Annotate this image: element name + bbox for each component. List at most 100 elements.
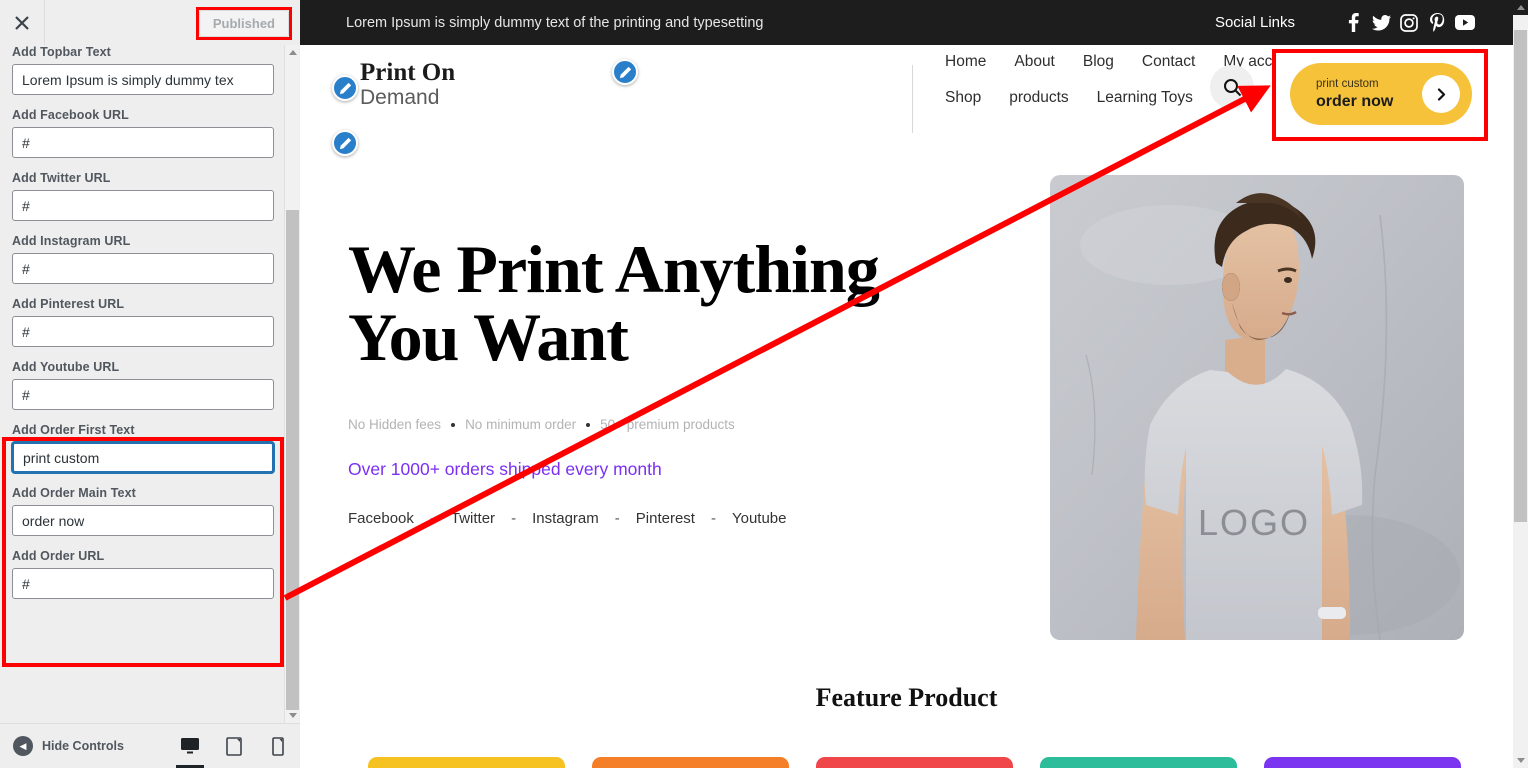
order-url-input[interactable] bbox=[12, 568, 274, 599]
hero-social-facebook[interactable]: Facebook bbox=[348, 510, 414, 527]
youtube-icon[interactable] bbox=[1451, 9, 1479, 37]
order-button-text: print custom order now bbox=[1316, 76, 1393, 113]
device-mobile-button[interactable] bbox=[256, 724, 300, 768]
edit-logo-pencil-icon[interactable] bbox=[332, 75, 358, 101]
order-main-text-input[interactable] bbox=[12, 505, 274, 536]
field-instagram-url: Add Instagram URL bbox=[12, 234, 288, 284]
nav-item-learning-toys[interactable]: Learning Toys bbox=[1097, 89, 1193, 107]
order-first-text: print custom bbox=[1316, 77, 1379, 90]
hero-social-links: Facebook - Twitter - Instagram - Pintere… bbox=[348, 510, 968, 527]
hero-highlight-text: Over 1000+ orders shipped every month bbox=[348, 459, 662, 479]
field-order-main-text: Add Order Main Text bbox=[12, 486, 288, 536]
field-topbar-text: Add Topbar Text bbox=[12, 45, 288, 95]
pinterest-url-input[interactable] bbox=[12, 316, 274, 347]
publish-annotation-box: Published bbox=[195, 7, 292, 40]
field-order-url: Add Order URL bbox=[12, 549, 288, 599]
hero-image: LOGO bbox=[1050, 175, 1464, 640]
field-label: Add Twitter URL bbox=[12, 171, 111, 185]
logo-line-1: Print On bbox=[360, 59, 456, 86]
field-label: Add Facebook URL bbox=[12, 108, 129, 122]
preview-scrollbar[interactable] bbox=[1513, 0, 1528, 768]
feature-card-4[interactable] bbox=[1040, 757, 1237, 768]
field-label: Add Topbar Text bbox=[12, 45, 111, 59]
order-first-text-input[interactable] bbox=[12, 442, 274, 473]
field-label: Add Order URL bbox=[12, 549, 105, 563]
hero-bullet-2: No minimum order bbox=[465, 417, 577, 432]
device-preview-switcher bbox=[168, 724, 300, 768]
hero-social-youtube[interactable]: Youtube bbox=[732, 510, 787, 527]
device-tablet-button[interactable] bbox=[212, 724, 256, 768]
pinterest-icon[interactable] bbox=[1423, 9, 1451, 37]
nav-item-shop[interactable]: Shop bbox=[945, 89, 981, 107]
feature-card-3[interactable] bbox=[816, 757, 1013, 768]
facebook-url-input[interactable] bbox=[12, 127, 274, 158]
device-desktop-button[interactable] bbox=[168, 724, 212, 768]
sidebar-scrollbar[interactable] bbox=[284, 45, 299, 723]
scroll-down-icon[interactable] bbox=[1513, 753, 1528, 768]
customizer-sidebar: Published Add Topbar Text Add Facebook U… bbox=[0, 0, 300, 768]
nav-item-products[interactable]: products bbox=[1009, 89, 1068, 107]
hide-controls-button[interactable]: ◀ Hide Controls bbox=[13, 736, 124, 756]
field-youtube-url: Add Youtube URL bbox=[12, 360, 288, 410]
customizer-footer: ◀ Hide Controls bbox=[0, 723, 300, 768]
field-facebook-url: Add Facebook URL bbox=[12, 108, 288, 158]
field-label: Add Youtube URL bbox=[12, 360, 120, 374]
nav-item-contact[interactable]: Contact bbox=[1142, 53, 1195, 71]
topbar-text: Lorem Ipsum is simply dummy text of the … bbox=[346, 14, 764, 31]
hero-bullet-3: 50+ premium products bbox=[600, 417, 735, 432]
social-links-label: Social Links bbox=[1214, 14, 1295, 31]
hero-social-twitter[interactable]: Twitter bbox=[451, 510, 495, 527]
feature-card-2[interactable] bbox=[592, 757, 789, 768]
field-label: Add Order First Text bbox=[12, 423, 135, 437]
instagram-url-input[interactable] bbox=[12, 253, 274, 284]
hero-heading-line-2: You Want bbox=[348, 299, 629, 375]
hero-bullet-1: No Hidden fees bbox=[348, 417, 442, 432]
twitter-url-input[interactable] bbox=[12, 190, 274, 221]
scroll-up-icon[interactable] bbox=[1513, 0, 1528, 15]
order-now-button[interactable]: print custom order now bbox=[1290, 63, 1472, 125]
scroll-down-icon[interactable] bbox=[285, 708, 300, 723]
topbar-text-input[interactable] bbox=[12, 64, 274, 95]
feature-product-cards bbox=[300, 757, 1513, 768]
nav-divider bbox=[912, 65, 913, 133]
twitter-icon[interactable] bbox=[1367, 9, 1395, 37]
site-logo[interactable]: Print On Demand bbox=[360, 59, 456, 110]
nav-item-home[interactable]: Home bbox=[945, 53, 986, 71]
feature-card-5[interactable] bbox=[1264, 757, 1461, 768]
site-header: Print On Demand Home About Blog Contact … bbox=[300, 45, 1513, 156]
topbar-social: Social Links bbox=[1215, 9, 1479, 37]
nav-item-about[interactable]: About bbox=[1014, 53, 1055, 71]
svg-text:LOGO: LOGO bbox=[1198, 502, 1310, 543]
field-order-first-text: Add Order First Text bbox=[12, 423, 288, 473]
scroll-up-icon[interactable] bbox=[285, 45, 300, 60]
separator: - bbox=[511, 510, 517, 527]
sidebar-scroll-thumb[interactable] bbox=[286, 210, 299, 710]
customizer-screen: Published Add Topbar Text Add Facebook U… bbox=[0, 0, 1528, 768]
close-icon[interactable] bbox=[0, 0, 45, 45]
youtube-url-input[interactable] bbox=[12, 379, 274, 410]
hero-social-pinterest[interactable]: Pinterest bbox=[636, 510, 695, 527]
preview-scroll-thumb[interactable] bbox=[1514, 30, 1527, 522]
field-label: Add Instagram URL bbox=[12, 234, 131, 248]
bullet-dot-icon bbox=[451, 422, 456, 427]
publish-button[interactable]: Published bbox=[198, 10, 289, 37]
search-icon[interactable] bbox=[1210, 65, 1254, 109]
field-pinterest-url: Add Pinterest URL bbox=[12, 297, 288, 347]
hero-heading-line-1: We Print Anything bbox=[348, 231, 880, 307]
order-main-text: order now bbox=[1316, 92, 1394, 110]
nav-item-blog[interactable]: Blog bbox=[1083, 53, 1114, 71]
customizer-fields: Add Topbar Text Add Facebook URL Add Twi… bbox=[0, 45, 300, 723]
feature-card-1[interactable] bbox=[368, 757, 565, 768]
field-label: Add Order Main Text bbox=[12, 486, 136, 500]
edit-menu-pencil-icon[interactable] bbox=[612, 59, 638, 85]
separator: - bbox=[429, 510, 435, 527]
chevron-right-icon bbox=[1422, 75, 1460, 113]
customizer-header: Published bbox=[0, 0, 300, 45]
hero-bullets: No Hidden fees No minimum order 50+ prem… bbox=[348, 417, 968, 432]
separator: - bbox=[614, 510, 620, 527]
field-label: Add Pinterest URL bbox=[12, 297, 125, 311]
instagram-icon[interactable] bbox=[1395, 9, 1423, 37]
hero-social-instagram[interactable]: Instagram bbox=[532, 510, 599, 527]
facebook-icon[interactable] bbox=[1339, 9, 1367, 37]
edit-section-pencil-icon[interactable] bbox=[332, 130, 358, 156]
